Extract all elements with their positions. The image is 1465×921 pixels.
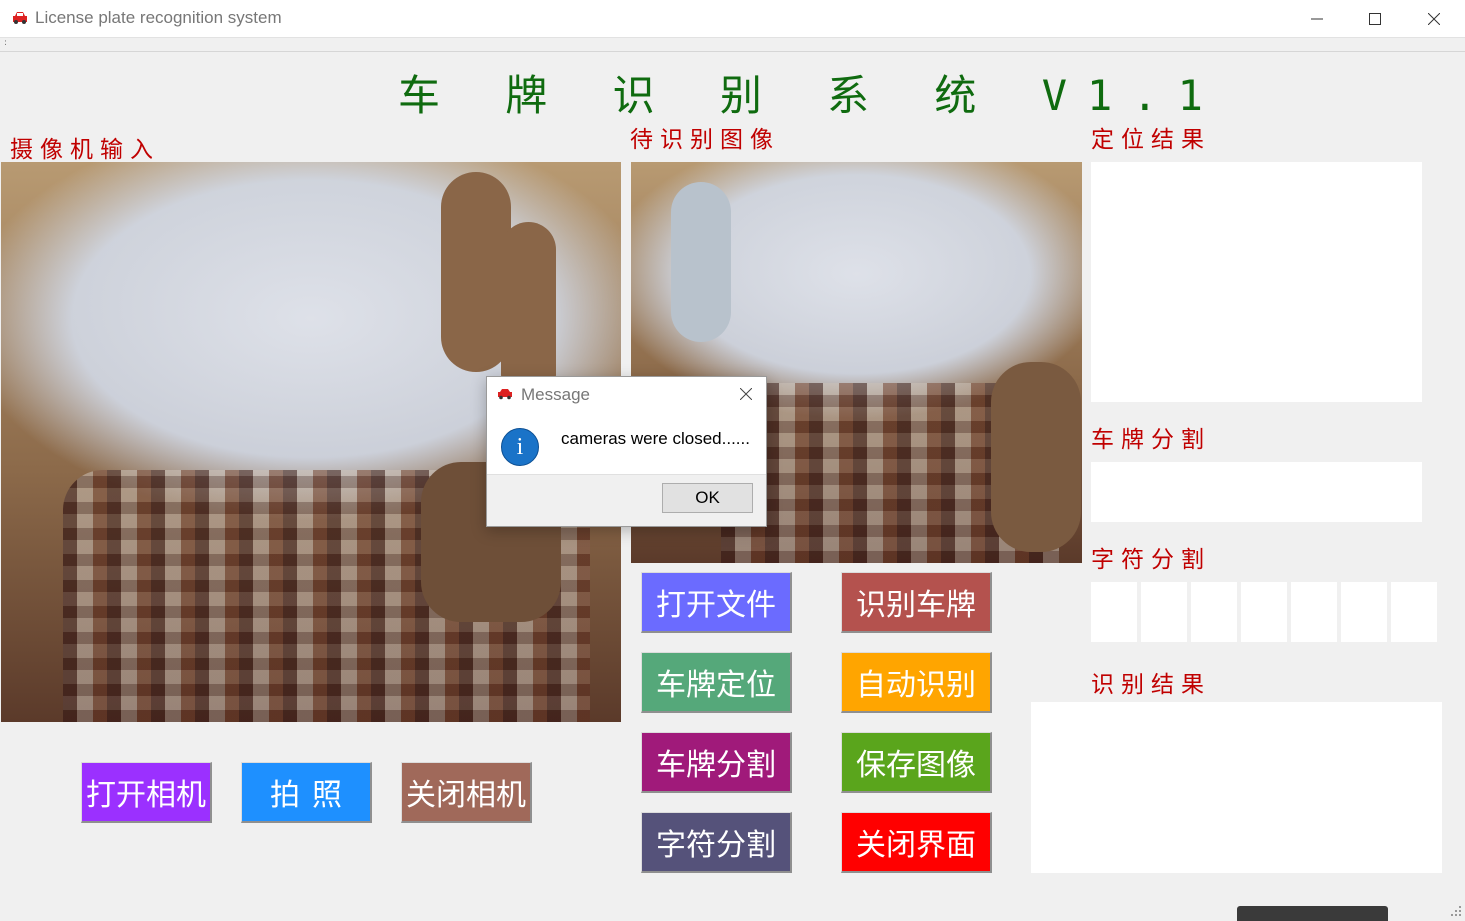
app-main-title: 车 牌 识 别 系 统 V1.1 [398, 71, 1223, 120]
char-cell [1341, 582, 1387, 642]
open-camera-button[interactable]: 打开相机 [81, 762, 212, 823]
locate-result-panel [1091, 162, 1422, 402]
pending-image-label: 待识别图像 [630, 127, 780, 153]
take-photo-button[interactable]: 拍照 [241, 762, 372, 823]
ok-button[interactable]: OK [662, 483, 753, 513]
char-cell [1291, 582, 1337, 642]
recognition-result-label: 识别结果 [1091, 672, 1211, 698]
toolbar-grip: : [4, 38, 8, 48]
plate-segmentation-label: 车牌分割 [1091, 427, 1211, 453]
dialog-close-button[interactable] [735, 383, 757, 405]
save-image-button[interactable]: 保存图像 [841, 732, 992, 793]
plate-segmentation-panel [1091, 462, 1422, 522]
taskbar-fragment [1237, 906, 1388, 921]
segment-plate-button[interactable]: 车牌分割 [641, 732, 792, 793]
resize-grip-icon[interactable] [1450, 905, 1462, 917]
close-icon [740, 388, 752, 400]
maximize-button[interactable] [1346, 0, 1404, 38]
char-segment-button[interactable]: 字符分割 [641, 812, 792, 873]
dialog-title: Message [521, 385, 590, 404]
char-cell [1091, 582, 1137, 642]
window-title: License plate recognition system [35, 8, 282, 27]
char-cell [1191, 582, 1237, 642]
info-icon: i [501, 428, 539, 466]
locate-result-label: 定位结果 [1091, 127, 1211, 153]
maximize-icon [1369, 13, 1381, 25]
close-ui-button[interactable]: 关闭界面 [841, 812, 992, 873]
char-cell [1391, 582, 1437, 642]
car-icon [13, 12, 27, 24]
char-cell [1141, 582, 1187, 642]
message-dialog: Message i cameras were closed...... OK [486, 376, 767, 527]
auto-recognize-button[interactable]: 自动识别 [841, 652, 992, 713]
dialog-message: cameras were closed...... [561, 429, 750, 448]
close-button[interactable] [1405, 0, 1463, 38]
close-icon [1428, 13, 1440, 25]
minimize-icon [1311, 18, 1323, 20]
car-icon [498, 389, 512, 400]
divider [0, 51, 1465, 52]
open-file-button[interactable]: 打开文件 [641, 572, 792, 633]
char-segmentation-label: 字符分割 [1091, 547, 1211, 573]
minimize-button[interactable] [1288, 0, 1346, 38]
char-cell [1241, 582, 1287, 642]
camera-input-label: 摄像机输入 [10, 137, 160, 163]
locate-plate-button[interactable]: 车牌定位 [641, 652, 792, 713]
recognize-plate-button[interactable]: 识别车牌 [841, 572, 992, 633]
close-camera-button[interactable]: 关闭相机 [401, 762, 532, 823]
recognition-result-panel [1031, 702, 1442, 873]
